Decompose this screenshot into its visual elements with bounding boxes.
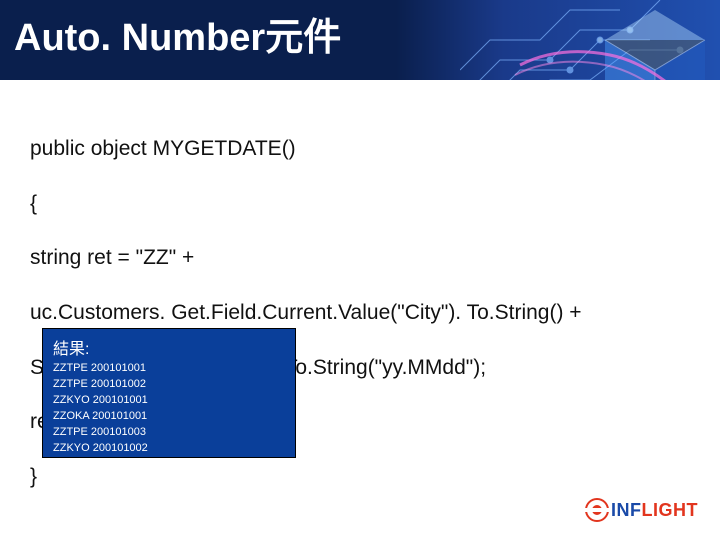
result-row: ZZTPE 200101003 (53, 425, 285, 441)
code-line: { (30, 190, 670, 217)
logo-mark-icon (585, 498, 609, 522)
result-row: ZZOKA 200101001 (53, 409, 285, 425)
result-row: ZZKYO 200101001 (53, 393, 285, 409)
code-line: uc.Customers. Get.Field.Current.Value("C… (30, 299, 670, 326)
result-row: ZZTPE 200101002 (53, 377, 285, 393)
logo-text-info: INF (611, 500, 642, 520)
slide-header: Auto. Number元件 (0, 0, 720, 80)
result-row: ZZTPE 200101001 (53, 361, 285, 377)
code-line: public object MYGETDATE() (30, 135, 670, 162)
logo-text-light: LIGHT (642, 500, 699, 520)
result-label: 結果: (53, 335, 285, 359)
brand-logo: INFLIGHT (585, 498, 698, 522)
result-row: ZZKYO 200101002 (53, 441, 285, 457)
result-panel: 結果: ZZTPE 200101001 ZZTPE 200101002 ZZKY… (42, 328, 296, 458)
header-decoration (460, 0, 720, 80)
code-line: } (30, 463, 670, 490)
page-title: Auto. Number元件 (14, 6, 341, 61)
code-line: string ret = "ZZ" + (30, 244, 670, 271)
